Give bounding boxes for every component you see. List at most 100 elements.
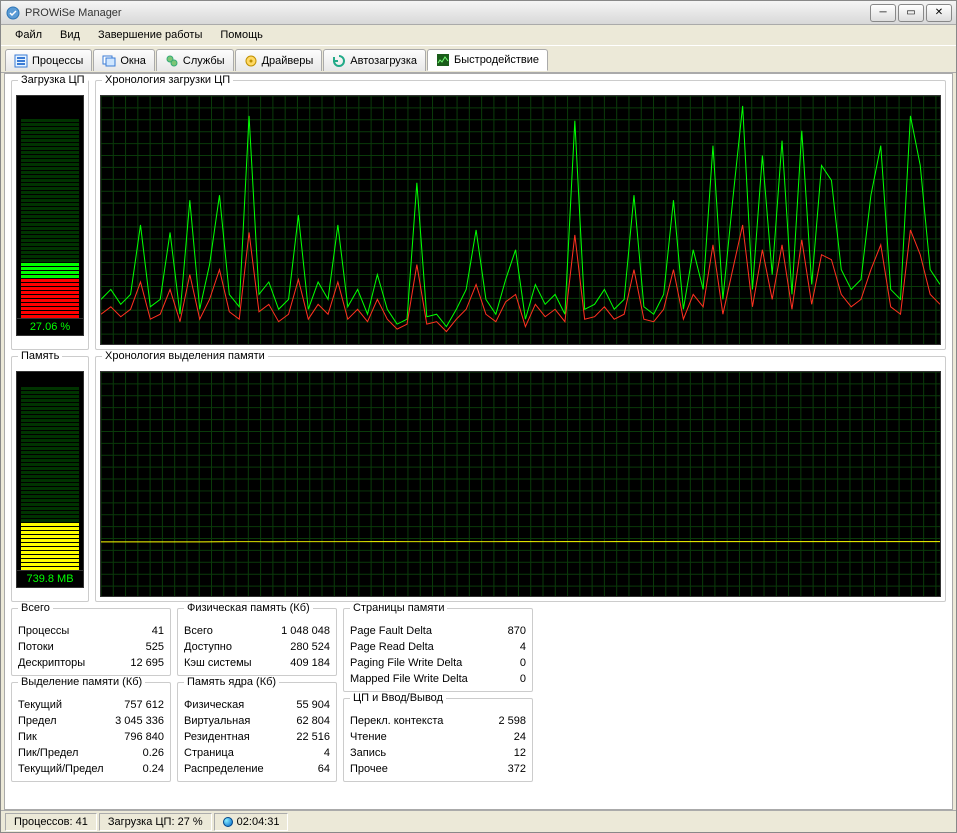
group-cpuio: ЦП и Ввод/Вывод Перекл. контекста2 598 Ч… (343, 698, 533, 782)
app-icon (5, 5, 21, 21)
status-cpu-text: Загрузка ЦП: 27 % (108, 816, 203, 828)
lbl-commit-current: Текущий (18, 697, 62, 713)
group-commit-title: Выделение памяти (Кб) (18, 676, 145, 688)
lbl-k-phys: Физическая (184, 697, 244, 713)
menubar: Файл Вид Завершение работы Помощь (1, 25, 956, 45)
group-commit: Выделение памяти (Кб) Текущий757 612 Пре… (11, 682, 171, 782)
tab-services[interactable]: Службы (156, 49, 234, 71)
maximize-button[interactable]: ▭ (898, 4, 924, 22)
lbl-k-alloc: Распределение (184, 761, 264, 777)
val-commit-peak: 796 840 (114, 729, 164, 745)
val-cur-limit: 0.24 (114, 761, 164, 777)
lbl-write: Запись (350, 745, 386, 761)
group-kernel: Память ядра (Кб) Физическая55 904 Виртуа… (177, 682, 337, 782)
val-k-phys: 55 904 (280, 697, 330, 713)
lbl-handles: Дескрипторы (18, 655, 85, 671)
status-cpu: Загрузка ЦП: 27 % (99, 813, 212, 831)
tab-drivers-label: Драйверы (262, 55, 314, 67)
minimize-button[interactable]: ─ (870, 4, 896, 22)
lbl-k-res: Резидентная (184, 729, 250, 745)
val-k-res: 22 516 (280, 729, 330, 745)
val-other: 372 (476, 761, 526, 777)
mem-meter-title: Память (18, 350, 62, 362)
status-processes: Процессов: 41 (5, 813, 97, 831)
lbl-mfwd: Mapped File Write Delta (350, 671, 468, 687)
val-k-alloc: 64 (280, 761, 330, 777)
drivers-icon (244, 54, 258, 68)
val-read: 24 (476, 729, 526, 745)
mem-row: Память 739.8 MB Хронология выделения пам… (11, 356, 946, 602)
stats-area: Всего Процессы 41 Потоки 525 Дескрипторы 12… (11, 608, 946, 782)
tab-bar: Процессы Окна Службы Драйверы Автозагруз… (1, 45, 956, 73)
windows-icon (102, 54, 116, 68)
menu-shutdown[interactable]: Завершение работы (90, 27, 210, 43)
val-k-page: 4 (280, 745, 330, 761)
tab-startup-label: Автозагрузка (350, 55, 417, 67)
lbl-pm-cache: Кэш системы (184, 655, 252, 671)
val-write: 12 (476, 745, 526, 761)
val-k-virt: 62 804 (280, 713, 330, 729)
menu-view[interactable]: Вид (52, 27, 88, 43)
lbl-commit-limit: Предел (18, 713, 57, 729)
lbl-pm-avail: Доступно (184, 639, 232, 655)
lbl-ctx: Перекл. контекста (350, 713, 443, 729)
val-ctx: 2 598 (476, 713, 526, 729)
val-pfwd: 0 (476, 655, 526, 671)
cpu-meter-box: Загрузка ЦП 27.06 % (11, 80, 89, 350)
tab-windows-label: Окна (120, 55, 146, 67)
group-physmem-title: Физическая память (Кб) (184, 602, 313, 614)
val-commit-current: 757 612 (114, 697, 164, 713)
cpu-row: Загрузка ЦП 27.06 % Хронология загрузки … (11, 80, 946, 350)
window-buttons: ─ ▭ ✕ (870, 4, 952, 22)
group-paging-title: Страницы памяти (350, 602, 447, 614)
val-peak-limit: 0.26 (114, 745, 164, 761)
titlebar: PROWiSe Manager ─ ▭ ✕ (1, 1, 956, 25)
lbl-threads: Потоки (18, 639, 54, 655)
lbl-other: Прочее (350, 761, 388, 777)
cpu-meter (16, 95, 84, 319)
val-pm-avail: 280 524 (280, 639, 330, 655)
tab-processes-label: Процессы (32, 55, 83, 67)
close-button[interactable]: ✕ (926, 4, 952, 22)
lbl-k-virt: Виртуальная (184, 713, 250, 729)
status-time: 02:04:31 (214, 813, 289, 831)
group-totals-title: Всего (18, 602, 53, 614)
services-icon (165, 54, 179, 68)
mem-meter-value: 739.8 MB (16, 571, 84, 588)
val-pm-cache: 409 184 (280, 655, 330, 671)
cpu-meter-title: Загрузка ЦП (18, 74, 88, 86)
processes-icon (14, 54, 28, 68)
statusbar: Процессов: 41 Загрузка ЦП: 27 % 02:04:31 (1, 810, 956, 832)
mem-history-graph (100, 371, 941, 597)
lbl-k-page: Страница (184, 745, 234, 761)
val-handles: 12 695 (114, 655, 164, 671)
val-threads: 525 (114, 639, 164, 655)
cpu-history-box: Хронология загрузки ЦП (95, 80, 946, 350)
tab-windows[interactable]: Окна (93, 49, 155, 71)
mem-meter (16, 371, 84, 571)
tab-services-label: Службы (183, 55, 225, 67)
lbl-processes: Процессы (18, 623, 69, 639)
window-title: PROWiSe Manager (25, 7, 870, 19)
menu-help[interactable]: Помощь (212, 27, 271, 43)
tab-processes[interactable]: Процессы (5, 49, 92, 71)
performance-icon (436, 53, 450, 67)
tab-performance[interactable]: Быстродействие (427, 49, 548, 71)
val-processes: 41 (114, 623, 164, 639)
startup-icon (332, 54, 346, 68)
group-totals: Всего Процессы41 Потоки525 Дескрипторы12… (11, 608, 171, 676)
lbl-commit-peak: Пик (18, 729, 37, 745)
lbl-pfwd: Paging File Write Delta (350, 655, 462, 671)
lbl-read: Чтение (350, 729, 387, 745)
mem-meter-box: Память 739.8 MB (11, 356, 89, 602)
lbl-pm-total: Всего (184, 623, 213, 639)
tab-startup[interactable]: Автозагрузка (323, 49, 426, 71)
group-kernel-title: Память ядра (Кб) (184, 676, 279, 688)
status-time-text: 02:04:31 (237, 816, 280, 828)
group-cpuio-title: ЦП и Ввод/Вывод (350, 692, 446, 704)
mem-history-title: Хронология выделения памяти (102, 350, 268, 362)
tab-drivers[interactable]: Драйверы (235, 49, 323, 71)
cpu-history-graph (100, 95, 941, 345)
menu-file[interactable]: Файл (7, 27, 50, 43)
val-pfd: 870 (476, 623, 526, 639)
